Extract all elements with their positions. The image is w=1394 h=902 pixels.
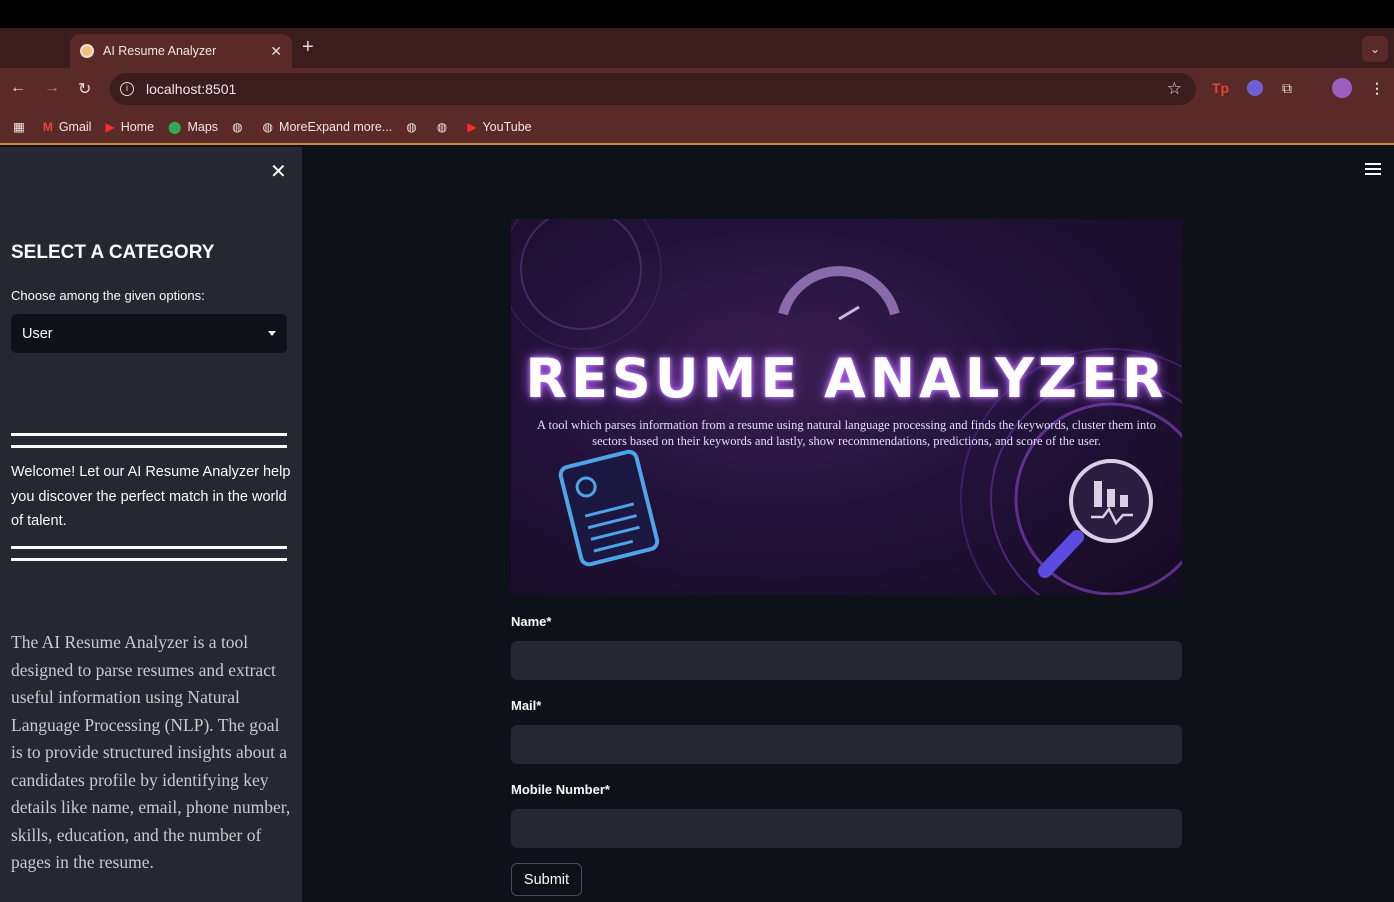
sidebar: ✕ SELECT A CATEGORY Choose among the giv… bbox=[0, 147, 302, 902]
tab-close-icon[interactable]: ✕ bbox=[270, 43, 282, 60]
divider bbox=[11, 558, 287, 561]
main-content: RESUME ANALYZER A tool which parses info… bbox=[302, 147, 1394, 902]
category-select-value: User bbox=[22, 325, 53, 342]
globe-icon: ◍ bbox=[232, 119, 243, 134]
bookmark-globe-3[interactable]: ◍ bbox=[437, 120, 453, 134]
bookmark-maps[interactable]: ⬤ Maps bbox=[168, 120, 218, 134]
globe-icon: ◍ bbox=[262, 119, 274, 134]
mail-input[interactable] bbox=[511, 725, 1182, 764]
bookmark-globe-1[interactable]: ◍ bbox=[232, 120, 248, 134]
divider bbox=[11, 546, 287, 549]
bookmark-home[interactable]: ▶ Home bbox=[105, 120, 154, 134]
welcome-text: Welcome! Let our AI Resume Analyzer help… bbox=[11, 464, 291, 529]
tab-title: AI Resume Analyzer bbox=[103, 44, 217, 58]
chevron-down-icon bbox=[268, 331, 276, 336]
globe-icon: ◍ bbox=[436, 119, 448, 134]
divider bbox=[11, 433, 287, 436]
extension-tp-icon[interactable]: Tp bbox=[1212, 80, 1229, 96]
banner-title: RESUME ANALYZER bbox=[525, 347, 1168, 410]
apps-grid-icon[interactable]: ▦ bbox=[13, 119, 25, 134]
bookmark-youtube[interactable]: ▶ YouTube bbox=[467, 120, 531, 134]
reload-icon[interactable]: ↻ bbox=[78, 79, 91, 99]
profile-avatar[interactable] bbox=[1332, 78, 1352, 98]
category-select[interactable]: User bbox=[11, 314, 287, 353]
os-top-bar bbox=[0, 0, 1394, 28]
gmail-icon: M bbox=[42, 119, 53, 134]
submit-button[interactable]: Submit bbox=[511, 863, 582, 896]
sidebar-heading: SELECT A CATEGORY bbox=[11, 242, 215, 263]
back-icon[interactable]: ← bbox=[10, 79, 26, 97]
tab-strip: AI Resume Analyzer ✕ + ⌄ bbox=[0, 28, 1394, 68]
mail-label: Mail* bbox=[511, 698, 542, 713]
mobile-number-input[interactable] bbox=[511, 809, 1182, 848]
browser-menu-icon[interactable]: ⋮ bbox=[1370, 80, 1384, 97]
banner-image: RESUME ANALYZER A tool which parses info… bbox=[511, 219, 1182, 595]
maps-icon: ⬤ bbox=[168, 119, 182, 134]
mobile-number-label: Mobile Number* bbox=[511, 782, 610, 797]
document-icon bbox=[558, 449, 660, 567]
address-bar[interactable]: i localhost:8501 ☆ bbox=[110, 73, 1196, 105]
globe-icon: ◍ bbox=[406, 119, 417, 134]
bookmarks-bar: ▦ M Gmail ▶ Home ⬤ Maps ◍ ◍ MoreExpand more.… bbox=[0, 110, 1394, 145]
sidebar-close-icon[interactable]: ✕ bbox=[270, 159, 287, 184]
browser-tab[interactable]: AI Resume Analyzer ✕ bbox=[70, 34, 292, 68]
bookmark-gmail[interactable]: M Gmail bbox=[43, 120, 92, 134]
name-label: Name* bbox=[511, 614, 552, 629]
bookmark-more[interactable]: ◍ MoreExpand more... bbox=[263, 120, 393, 134]
category-select-label: Choose among the given options: bbox=[11, 288, 205, 303]
extension-vpn-icon[interactable] bbox=[1247, 80, 1263, 96]
forward-icon[interactable]: → bbox=[44, 79, 60, 97]
url-text[interactable]: localhost:8501 bbox=[146, 81, 1167, 97]
site-info-icon[interactable]: i bbox=[120, 82, 134, 96]
browser-toolbar: ← → ↻ i localhost:8501 ☆ Tp ⧉ ⋮ bbox=[0, 68, 1394, 110]
youtube-icon: ▶ bbox=[105, 119, 115, 134]
name-input[interactable] bbox=[511, 641, 1182, 680]
bookmark-star-icon[interactable]: ☆ bbox=[1167, 79, 1182, 99]
youtube-icon: ▶ bbox=[467, 119, 477, 134]
banner-description: A tool which parses information from a r… bbox=[537, 418, 1156, 448]
bookmark-globe-2[interactable]: ◍ bbox=[406, 120, 422, 134]
main-menu-icon[interactable] bbox=[1365, 163, 1381, 178]
divider bbox=[11, 445, 287, 448]
about-text: The AI Resume Analyzer is a tool designe… bbox=[11, 632, 291, 872]
tab-search-icon[interactable]: ⌄ bbox=[1362, 36, 1388, 62]
new-tab-icon[interactable]: + bbox=[302, 36, 314, 59]
app-favicon-icon bbox=[80, 44, 94, 58]
extensions-puzzle-icon[interactable]: ⧉ bbox=[1282, 80, 1292, 97]
